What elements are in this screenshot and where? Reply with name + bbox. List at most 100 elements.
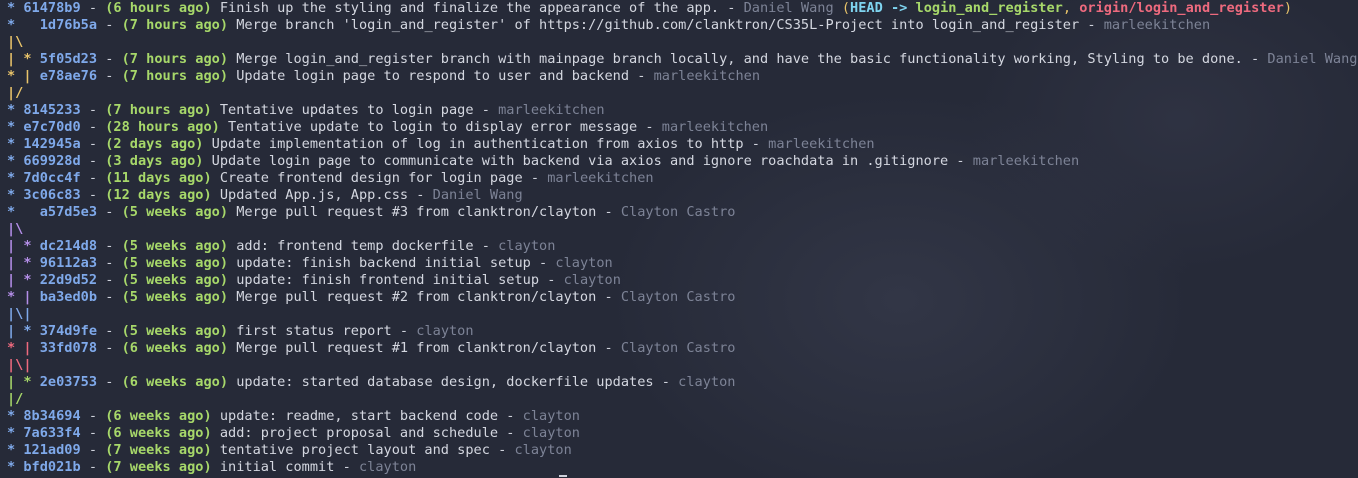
commit-message: add: frontend temp dockerfile bbox=[236, 238, 474, 254]
commit-date: (5 weeks ago) bbox=[121, 238, 229, 254]
commit-line: | * 96112a3 - (5 weeks ago) update: fini… bbox=[7, 255, 613, 271]
commit-line: * | 33fd078 - (6 weeks ago) Merge pull r… bbox=[7, 340, 736, 356]
commit-date: (11 days ago) bbox=[105, 170, 212, 186]
graph-glyph: |/ bbox=[7, 85, 24, 101]
commit-message: tentative project layout and spec bbox=[219, 442, 490, 458]
commit-hash: 3c06c83 bbox=[23, 187, 81, 203]
graph-glyph: |\| bbox=[7, 306, 32, 322]
commit-message: Tentative update to login to display err… bbox=[228, 119, 638, 135]
commit-date: (7 hours ago) bbox=[121, 51, 229, 67]
commit-message: Merge pull request #1 from clanktron/cla… bbox=[236, 340, 597, 356]
commit-message: add: project proposal and schedule bbox=[219, 425, 499, 441]
graph-glyph: * bbox=[7, 102, 24, 118]
commit-date: (2 days ago) bbox=[105, 136, 204, 152]
commit-line: * 3c06c83 - (12 days ago) Updated App.js… bbox=[7, 187, 523, 203]
commit-hash: e7c70d0 bbox=[23, 119, 81, 135]
graph-glyph: |\| bbox=[7, 357, 32, 373]
commit-author: marleekitchen bbox=[768, 136, 875, 152]
graph-line: |\ bbox=[7, 34, 1358, 51]
graph-line: |\ bbox=[7, 221, 1358, 238]
commit-author: Daniel Wang bbox=[432, 187, 523, 203]
commit-hash: 142945a bbox=[23, 136, 81, 152]
commit-date: (5 weeks ago) bbox=[121, 255, 229, 271]
graph-glyph: * bbox=[7, 17, 40, 33]
commit-author: Clayton Castro bbox=[620, 289, 736, 305]
commit-hash: 7a633f4 bbox=[23, 425, 81, 441]
commit-date: (6 weeks ago) bbox=[121, 340, 229, 356]
graph-glyph: * bbox=[7, 0, 24, 16]
graph-glyph: | * bbox=[7, 272, 40, 288]
commit-line: * a57d5e3 - (5 weeks ago) Merge pull req… bbox=[7, 204, 736, 220]
commit-date: (12 days ago) bbox=[105, 187, 212, 203]
commit-hash: 22d9d52 bbox=[39, 272, 98, 288]
commit-date: (5 weeks ago) bbox=[121, 204, 229, 220]
commit-line: * 7a633f4 - (6 weeks ago) add: project p… bbox=[7, 425, 580, 441]
commit-author: clayton bbox=[563, 272, 621, 288]
commit-line: * 142945a - (2 days ago) Update implemen… bbox=[7, 136, 875, 152]
commit-hash: 96112a3 bbox=[39, 255, 98, 271]
commit-line: | * dc214d8 - (5 weeks ago) add: fronten… bbox=[7, 238, 556, 254]
commit-date: (6 weeks ago) bbox=[105, 425, 212, 441]
commit-author: marleekitchen bbox=[661, 119, 769, 135]
commit-author: clayton bbox=[678, 374, 736, 390]
commit-hash: 5f05d23 bbox=[39, 51, 98, 67]
ref-open-paren: ( bbox=[841, 0, 851, 16]
graph-glyph: | * bbox=[7, 238, 40, 254]
commit-author: marleekitchen bbox=[972, 153, 1080, 169]
graph-glyph: * bbox=[7, 119, 24, 135]
commit-date: (5 weeks ago) bbox=[121, 323, 229, 339]
commit-date: (7 weeks ago) bbox=[105, 442, 212, 458]
commit-date: (3 days ago) bbox=[105, 153, 204, 169]
commit-author: Clayton Castro bbox=[620, 204, 736, 220]
graph-glyph: * bbox=[7, 187, 24, 203]
commit-line: | * 2e03753 - (6 weeks ago) update: star… bbox=[7, 374, 736, 390]
commit-date: (5 weeks ago) bbox=[121, 272, 229, 288]
commit-date: (28 hours ago) bbox=[105, 119, 220, 135]
commit-date: (7 hours ago) bbox=[105, 102, 212, 118]
commit-message: update: finish frontend initial setup bbox=[236, 272, 540, 288]
commit-date: (6 weeks ago) bbox=[121, 374, 229, 390]
ref-separator: , bbox=[1062, 0, 1080, 16]
commit-author: clayton bbox=[498, 238, 556, 254]
graph-glyph: |\ bbox=[7, 221, 24, 237]
graph-line: |\| bbox=[7, 357, 1358, 374]
commit-message: Tentative updates to login page bbox=[219, 102, 474, 118]
graph-glyph: | * bbox=[7, 255, 40, 271]
commit-message: Update implementation of log in authenti… bbox=[211, 136, 744, 152]
commit-message: update: readme, start backend code bbox=[219, 408, 499, 424]
commit-author: clayton bbox=[522, 425, 580, 441]
terminal-cursor bbox=[559, 475, 567, 477]
graph-glyph: * bbox=[7, 425, 24, 441]
commit-line: * | ba3ed0b - (5 weeks ago) Merge pull r… bbox=[7, 289, 736, 305]
graph-glyph: * bbox=[7, 170, 24, 186]
commit-line: * | e78ae76 - (7 hours ago) Update login… bbox=[7, 68, 761, 84]
graph-glyph: * bbox=[7, 408, 24, 424]
graph-glyph: |/ bbox=[7, 391, 24, 407]
commit-author: marleekitchen bbox=[547, 170, 654, 186]
commit-line: * 121ad09 - (7 weeks ago) tentative proj… bbox=[7, 442, 572, 458]
commit-line: * 7d0cc4f - (11 days ago) Create fronten… bbox=[7, 170, 654, 186]
commit-message: update: finish backend initial setup bbox=[236, 255, 531, 271]
commit-author: clayton bbox=[555, 255, 613, 271]
graph-glyph: * bbox=[7, 442, 24, 458]
commit-author: marleekitchen bbox=[498, 102, 605, 118]
commit-message: Merge branch 'login_and_register' of htt… bbox=[236, 17, 1080, 33]
commit-author: Daniel Wang bbox=[1267, 51, 1358, 67]
commit-message: Merge pull request #2 from clanktron/cla… bbox=[236, 289, 597, 305]
commit-message: update: started database design, dockerf… bbox=[236, 374, 654, 390]
commit-line: * 669928d - (3 days ago) Update login pa… bbox=[7, 153, 1080, 169]
commit-message: Update login page to respond to user and… bbox=[236, 68, 630, 84]
commit-message: Merge pull request #3 from clanktron/cla… bbox=[236, 204, 597, 220]
ref-close-paren: ) bbox=[1283, 0, 1293, 16]
commit-line: * bfd021b - (7 weeks ago) initial commit… bbox=[7, 459, 417, 475]
commit-author: clayton bbox=[514, 442, 572, 458]
graph-glyph: * | bbox=[7, 68, 40, 84]
commit-hash: dc214d8 bbox=[39, 238, 98, 254]
commit-author: clayton bbox=[358, 459, 417, 475]
commit-hash: 1d76b5a bbox=[39, 17, 98, 33]
terminal-window[interactable]: * 61478b9 - (6 hours ago) Finish up the … bbox=[0, 0, 1358, 478]
commit-hash: 669928d bbox=[23, 153, 81, 169]
graph-line: |\| bbox=[7, 306, 1358, 323]
commit-author: clayton bbox=[522, 408, 580, 424]
commit-date: (7 weeks ago) bbox=[105, 459, 212, 475]
